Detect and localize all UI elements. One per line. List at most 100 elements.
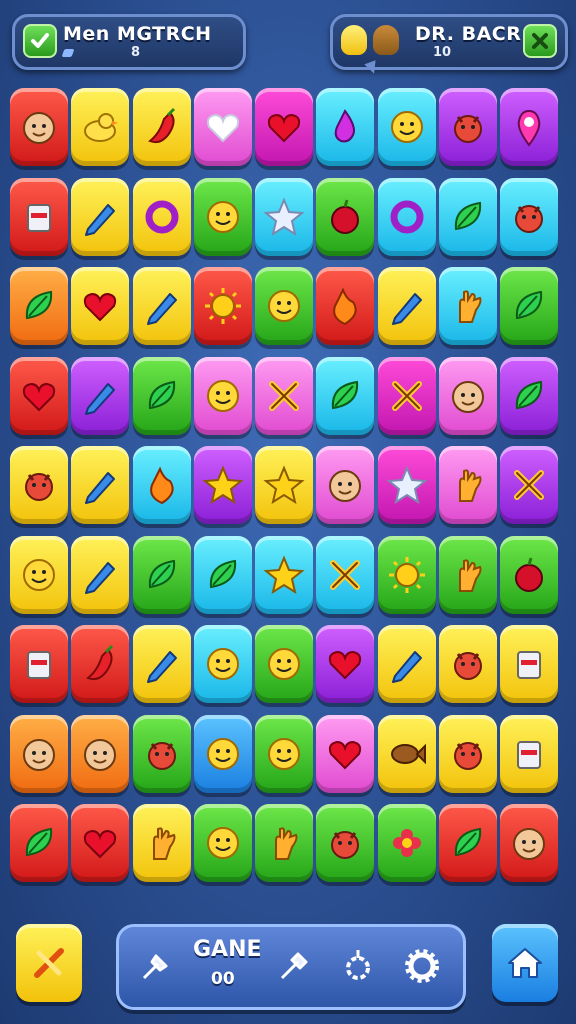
game-tile[interactable] (377, 446, 436, 524)
game-tile[interactable] (10, 88, 68, 166)
game-tile[interactable] (500, 446, 558, 524)
x-icon (269, 380, 299, 411)
game-tile[interactable] (316, 535, 375, 614)
cup-icon (27, 651, 51, 679)
game-tile[interactable] (377, 535, 436, 614)
game-tile[interactable] (10, 446, 68, 524)
game-tile[interactable] (10, 625, 68, 703)
game-tile[interactable] (500, 625, 558, 703)
game-tile[interactable] (438, 535, 497, 614)
game-tile[interactable] (10, 535, 68, 614)
apple-icon (515, 557, 543, 592)
game-tile[interactable] (377, 714, 436, 793)
game-tile[interactable] (500, 267, 558, 345)
game-tile[interactable] (377, 267, 436, 345)
wrench-icon[interactable] (271, 943, 317, 989)
game-tile[interactable] (316, 177, 375, 256)
game-tile[interactable] (255, 88, 313, 166)
game-tile[interactable] (193, 804, 252, 882)
game-tile[interactable] (438, 88, 497, 166)
game-tile[interactable] (71, 177, 130, 256)
game-tile[interactable] (316, 804, 375, 882)
face-icon (329, 470, 362, 502)
game-tile[interactable] (438, 267, 497, 345)
game-tile[interactable] (438, 804, 497, 882)
game-tile[interactable] (132, 177, 191, 256)
game-tile[interactable] (10, 177, 68, 256)
game-tile[interactable] (316, 267, 375, 345)
game-tile[interactable] (500, 177, 558, 256)
game-tile[interactable] (255, 177, 313, 256)
game-tile[interactable] (10, 804, 68, 882)
game-tile[interactable] (71, 88, 130, 166)
game-tile[interactable] (193, 625, 252, 703)
game-tile[interactable] (500, 356, 558, 435)
game-tile[interactable] (438, 714, 497, 793)
creature-icon (453, 652, 482, 680)
game-tile[interactable] (132, 356, 191, 435)
game-tile[interactable] (193, 88, 252, 166)
leaf-icon (454, 827, 481, 857)
game-tile[interactable] (255, 804, 313, 882)
game-tile[interactable] (132, 625, 191, 703)
game-tile[interactable] (438, 446, 497, 524)
game-tile[interactable] (132, 446, 191, 524)
game-tile[interactable] (10, 714, 68, 793)
game-tile[interactable] (255, 714, 313, 793)
game-tile[interactable] (71, 804, 130, 882)
game-tile[interactable] (255, 625, 313, 703)
game-tile[interactable] (193, 177, 252, 256)
game-tile[interactable] (132, 267, 191, 345)
game-tile[interactable] (500, 88, 558, 166)
game-tile[interactable] (255, 446, 313, 524)
pencil-icon (146, 293, 177, 325)
game-tile[interactable] (132, 535, 191, 614)
gear-small-icon[interactable] (335, 943, 381, 989)
close-icon[interactable] (523, 24, 557, 58)
game-tile[interactable] (71, 535, 130, 614)
game-tile[interactable] (438, 356, 497, 435)
game-tile[interactable] (438, 625, 497, 703)
checkmark-icon[interactable] (23, 24, 57, 58)
game-tile[interactable] (193, 535, 252, 614)
game-tile[interactable] (193, 714, 252, 793)
game-tile[interactable] (500, 535, 558, 614)
game-tile[interactable] (132, 804, 191, 882)
game-tile[interactable] (377, 625, 436, 703)
home-button[interactable] (492, 924, 558, 1002)
pencil-icon (85, 472, 116, 504)
game-tile[interactable] (316, 446, 375, 524)
game-tile[interactable] (316, 88, 375, 166)
game-tile[interactable] (193, 446, 252, 524)
game-tile[interactable] (377, 177, 436, 256)
game-tile[interactable] (316, 625, 375, 703)
game-tile[interactable] (10, 267, 68, 345)
game-tile[interactable] (255, 356, 313, 435)
game-tile[interactable] (377, 804, 436, 882)
game-tile[interactable] (71, 446, 130, 524)
player-title: Men MGTRCH (63, 23, 212, 45)
game-tile[interactable] (377, 356, 436, 435)
game-tile[interactable] (193, 267, 252, 345)
game-tile[interactable] (438, 177, 497, 256)
game-tile[interactable] (71, 267, 130, 345)
game-tile[interactable] (377, 88, 436, 166)
game-tile[interactable] (316, 356, 375, 435)
settings-gear-icon[interactable] (399, 943, 445, 989)
game-tile[interactable] (316, 714, 375, 793)
game-tile[interactable] (132, 88, 191, 166)
game-tile[interactable] (255, 535, 313, 614)
game-tile[interactable] (71, 714, 130, 793)
pin-tool-icon[interactable] (133, 943, 179, 989)
hand-icon (152, 827, 175, 860)
game-tile[interactable] (500, 714, 558, 793)
heart-icon (84, 829, 117, 859)
game-tile[interactable] (500, 804, 558, 882)
hint-button[interactable] (16, 924, 82, 1002)
game-tile[interactable] (193, 356, 252, 435)
game-tile[interactable] (255, 267, 313, 345)
game-tile[interactable] (71, 356, 130, 435)
game-tile[interactable] (10, 356, 68, 435)
game-tile[interactable] (71, 625, 130, 703)
game-tile[interactable] (132, 714, 191, 793)
